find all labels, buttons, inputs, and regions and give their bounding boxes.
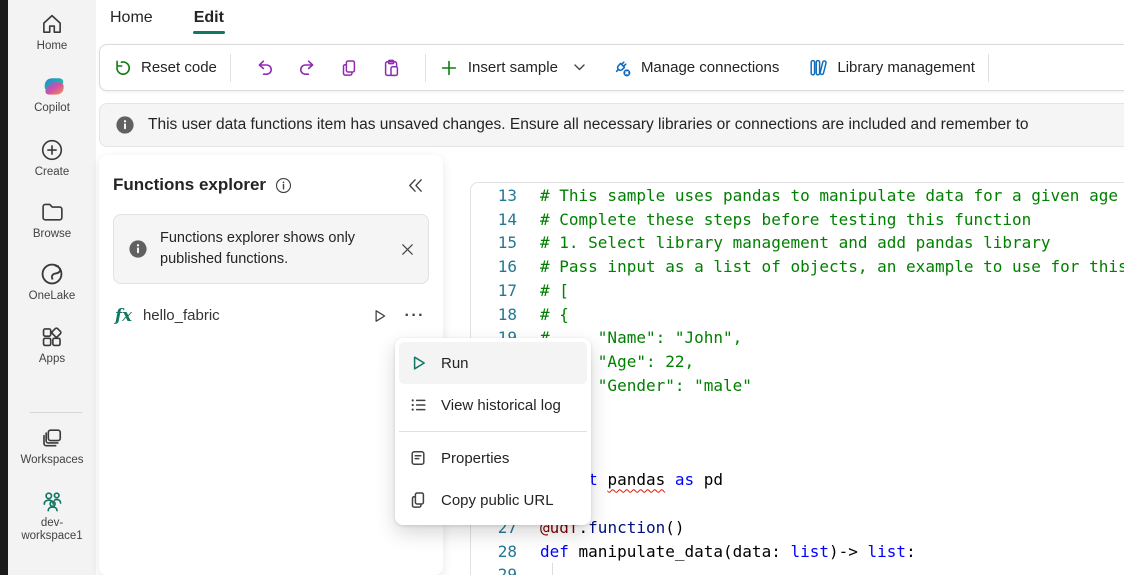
collapse-panel-icon[interactable]: [406, 176, 425, 195]
sidebar-divider: [30, 412, 82, 413]
copilot-icon: [8, 72, 96, 99]
sidebar-item-label: Home: [8, 40, 96, 53]
app-sidebar: Home Copilot Create: [8, 0, 96, 575]
plus-icon: [439, 58, 459, 78]
function-context-menu: Run View historical log Properties Copy …: [395, 338, 591, 525]
toolbar-separator: [988, 54, 989, 82]
window-edge-strip: [0, 0, 8, 575]
sidebar-item-browse[interactable]: Browse: [8, 198, 96, 241]
function-name: hello_fabric: [143, 307, 220, 324]
fabric-user-data-functions-screen: { "colors": { "accent_teal": "#117865", …: [0, 0, 1124, 575]
sidebar-item-label: Apps: [8, 353, 96, 366]
reset-code-button[interactable]: Reset code: [112, 58, 217, 78]
undo-icon: [255, 58, 275, 78]
apps-grid-icon: [8, 323, 96, 350]
menu-item-view-historical-log[interactable]: View historical log: [399, 384, 587, 426]
menu-item-properties[interactable]: Properties: [399, 437, 587, 479]
code-line: 29: [471, 563, 1124, 575]
info-icon: [128, 239, 148, 259]
manage-connections-button[interactable]: Manage connections: [611, 57, 779, 78]
indent-guide: [552, 563, 553, 575]
tab-edit[interactable]: Edit: [194, 0, 224, 36]
copy-icon: [408, 490, 428, 510]
play-icon: [408, 353, 428, 373]
workspace-people-icon: [8, 487, 96, 514]
paste-button[interactable]: [381, 58, 401, 78]
chevron-down-icon: [574, 64, 585, 71]
sidebar-item-label: OneLake: [8, 290, 96, 303]
run-function-button[interactable]: [370, 307, 388, 325]
toolbar-separator: [425, 54, 426, 82]
edit-toolbar: Reset code: [99, 44, 1124, 91]
ribbon-tabbar: Home Edit: [96, 0, 1124, 36]
info-outline-icon[interactable]: [275, 177, 292, 194]
code-line: 17# [: [471, 279, 1124, 303]
sidebar-item-label: dev-workspace1: [8, 517, 96, 543]
sidebar-item-home[interactable]: Home: [8, 10, 96, 53]
browse-folder-icon: [8, 198, 96, 225]
insert-sample-dropdown[interactable]: Insert sample: [439, 58, 585, 78]
active-tab-underline: [193, 31, 225, 34]
sidebar-item-apps[interactable]: Apps: [8, 323, 96, 366]
code-line: 28def manipulate_data(data: list)-> list…: [471, 540, 1124, 564]
copy-button[interactable]: [339, 58, 359, 78]
panel-title: Functions explorer: [113, 175, 266, 195]
more-options-button[interactable]: ···: [405, 311, 425, 321]
connections-plug-icon: [611, 57, 632, 78]
sidebar-item-label: Browse: [8, 228, 96, 241]
properties-icon: [408, 448, 428, 468]
sidebar-item-workspaces[interactable]: Workspaces: [8, 424, 96, 467]
historical-log-icon: [408, 395, 428, 415]
code-line: 14# Complete these steps before testing …: [471, 208, 1124, 232]
tab-home[interactable]: Home: [110, 0, 153, 36]
paste-icon: [381, 58, 401, 78]
library-books-icon: [807, 57, 828, 78]
sidebar-item-copilot[interactable]: Copilot: [8, 72, 96, 115]
onelake-icon: [8, 260, 96, 287]
code-line: 18# {: [471, 303, 1124, 327]
banner-text: This user data functions item has unsave…: [148, 116, 1029, 134]
function-list-item[interactable]: fx hello_fabric ···: [99, 301, 443, 330]
published-functions-notice: Functions explorer shows only published …: [113, 214, 429, 284]
sidebar-item-create[interactable]: Create: [8, 136, 96, 179]
functions-explorer-panel: Functions explorer Functions explorer sh…: [99, 155, 443, 575]
home-icon: [8, 10, 96, 37]
library-management-button[interactable]: Library management: [807, 57, 975, 78]
notice-text: Functions explorer shows only published …: [160, 228, 358, 270]
undo-button[interactable]: [255, 58, 275, 78]
code-line: 15# 1. Select library management and add…: [471, 231, 1124, 255]
sidebar-item-label: Create: [8, 166, 96, 179]
info-icon: [115, 115, 135, 135]
menu-divider: [399, 431, 587, 432]
copy-icon: [339, 58, 359, 78]
toolbar-separator: [230, 54, 231, 82]
menu-item-copy-public-url[interactable]: Copy public URL: [399, 479, 587, 521]
reset-icon: [112, 58, 132, 78]
function-fx-icon: fx: [115, 306, 132, 325]
unsaved-changes-banner: This user data functions item has unsave…: [99, 103, 1124, 147]
create-plus-icon: [8, 136, 96, 163]
workspaces-icon: [8, 424, 96, 451]
close-icon[interactable]: [399, 241, 416, 258]
redo-button[interactable]: [297, 58, 317, 78]
redo-icon: [297, 58, 317, 78]
sidebar-item-label: Copilot: [8, 102, 96, 115]
code-line: 16# Pass input as a list of objects, an …: [471, 255, 1124, 279]
sidebar-item-onelake[interactable]: OneLake: [8, 260, 96, 303]
menu-item-run[interactable]: Run: [399, 342, 587, 384]
sidebar-item-dev-workspace1[interactable]: dev-workspace1: [8, 487, 96, 543]
sidebar-item-label: Workspaces: [8, 454, 96, 467]
code-line: 13# This sample uses pandas to manipulat…: [471, 184, 1124, 208]
